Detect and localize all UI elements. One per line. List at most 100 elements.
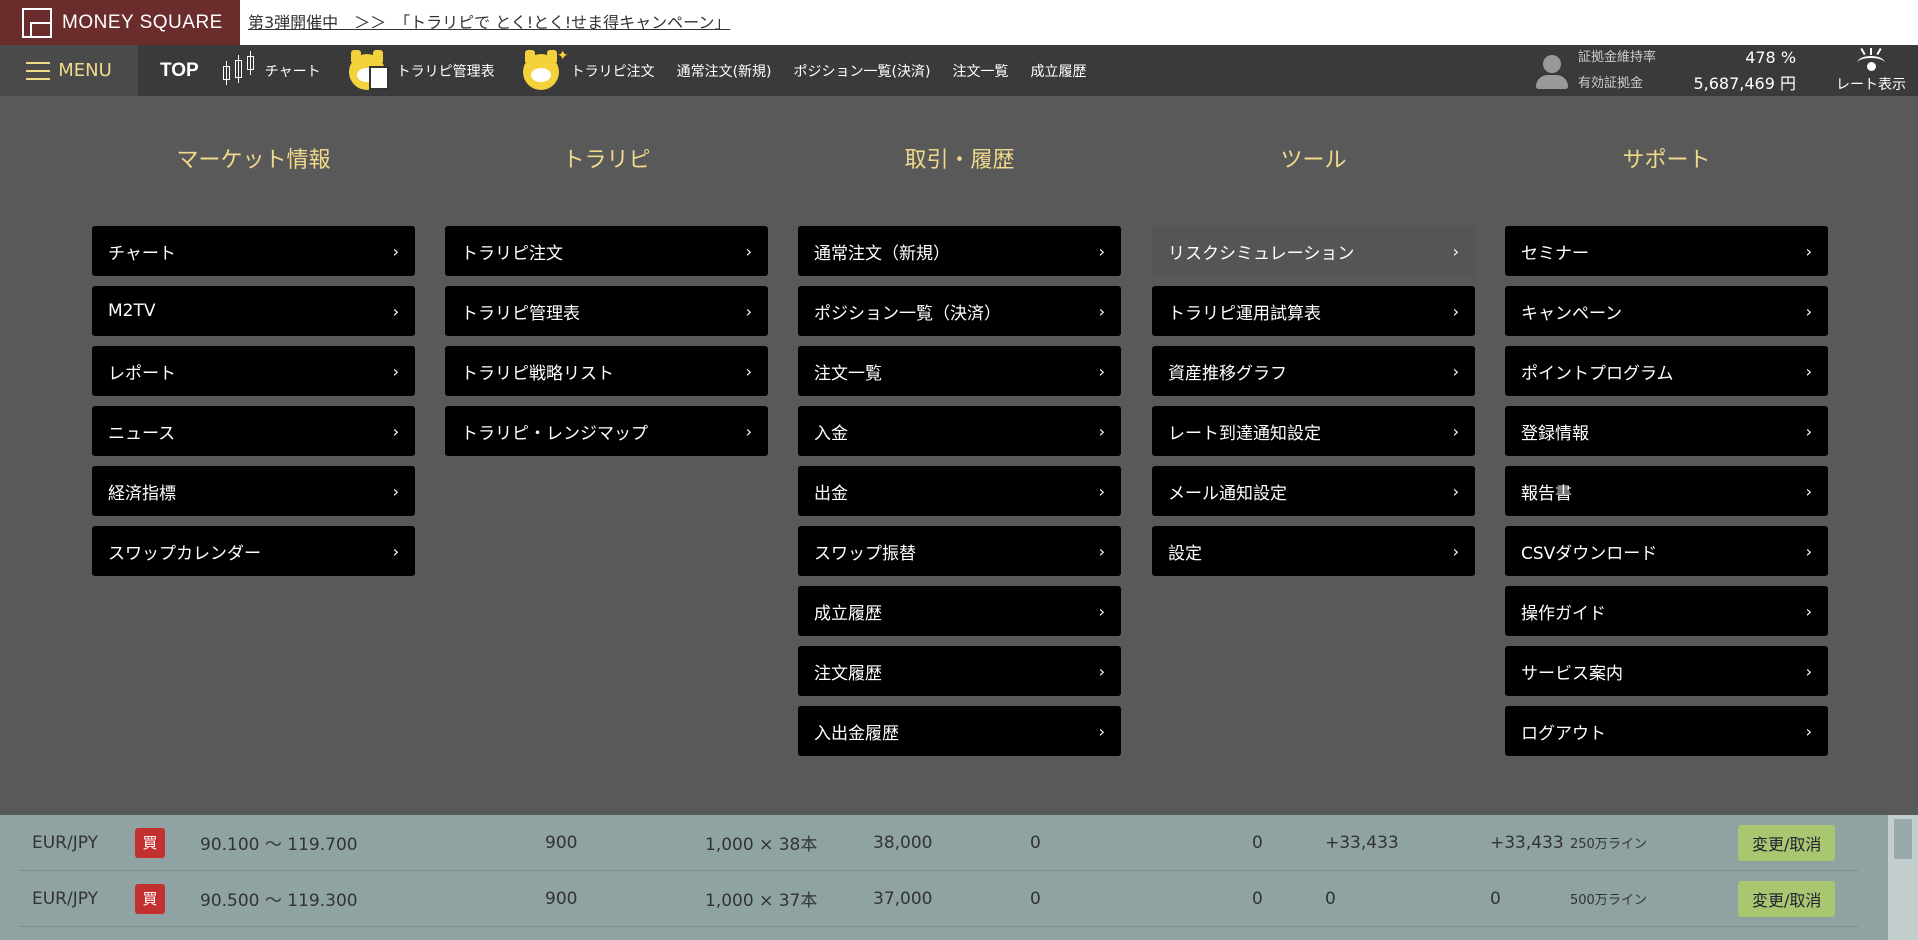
menu-item[interactable]: 報告書 › — [1505, 466, 1828, 516]
menu-item-label: スワップ振替 — [814, 543, 916, 564]
menu-button[interactable]: MENU — [0, 45, 138, 96]
change-cancel-button[interactable]: 変更/取消 — [1738, 880, 1836, 917]
account-summary: 証拠金維持率 有効証拠金 478 % 5,687,469 円 — [1532, 45, 1796, 96]
menu-item[interactable]: M2TV › — [92, 286, 415, 336]
menu-column-title: マーケット情報 — [176, 148, 331, 173]
menu-column-title: サポート — [1622, 148, 1711, 173]
menu-item[interactable]: レート到達通知設定 › — [1152, 406, 1475, 456]
menu-item[interactable]: 操作ガイド › — [1505, 586, 1828, 636]
menu-item[interactable]: トラリピ・レンジマップ › — [445, 406, 768, 456]
menu-item-label: ニュース — [108, 423, 176, 444]
menu-item[interactable]: スワップ振替 › — [798, 526, 1121, 576]
menu-item[interactable]: ポジション一覧（決済） › — [798, 286, 1121, 336]
menu-item[interactable]: リスクシミュレーション › — [1152, 226, 1475, 276]
chevron-right-icon: › — [1805, 361, 1812, 381]
user-icon[interactable] — [1532, 51, 1572, 91]
menu-item[interactable]: 資産推移グラフ › — [1152, 346, 1475, 396]
change-cancel-button[interactable]: 変更/取消 — [1738, 824, 1836, 861]
menu-item[interactable]: 入出金履歴 › — [798, 706, 1121, 756]
menu-item-label: トラリピ注文 — [461, 243, 563, 264]
nav-trapi-manage-link[interactable]: トラリピ管理表 — [343, 49, 495, 92]
menu-item-label: サービス案内 — [1521, 663, 1623, 684]
menu-item[interactable]: トラリピ戦略リスト › — [445, 346, 768, 396]
menu-item-label: メール通知設定 — [1168, 483, 1287, 504]
profit-cell: +33,433 — [1325, 832, 1399, 853]
menu-item-label: 報告書 — [1521, 483, 1572, 504]
menu-item[interactable]: サービス案内 › — [1505, 646, 1828, 696]
menu-item[interactable]: 注文履歴 › — [798, 646, 1121, 696]
money-square-logo[interactable]: MONEY SQUARE — [0, 0, 240, 45]
menu-item[interactable]: メール通知設定 › — [1152, 466, 1475, 516]
chevron-right-icon: › — [1805, 301, 1812, 321]
chevron-right-icon: › — [1805, 541, 1812, 561]
top-banner: MONEY SQUARE 第3弾開催中 ＞＞ 「トラリピで とく!とく!せま得キ… — [0, 0, 1918, 45]
tiger-clipboard-icon — [343, 49, 391, 92]
menu-item-label: CSVダウンロード — [1521, 543, 1658, 564]
chevron-right-icon: › — [392, 421, 399, 441]
chevron-right-icon: › — [1098, 241, 1105, 261]
chevron-right-icon: › — [392, 361, 399, 381]
menu-item-label: 入金 — [814, 423, 848, 444]
menu-item-label: ログアウト — [1521, 723, 1606, 744]
buy-badge: 買 — [135, 883, 165, 914]
menu-item[interactable]: トラリピ運用試算表 › — [1152, 286, 1475, 336]
chevron-right-icon: › — [1098, 481, 1105, 501]
table-row: EUR/JPY 買 90.500 ～ 119.300 900 1,000 × 37本 37… — [20, 871, 1858, 927]
page-scrollbar[interactable] — [1888, 815, 1918, 940]
menu-item[interactable]: トラリピ管理表 › — [445, 286, 768, 336]
menu-item[interactable]: 通常注文（新規） › — [798, 226, 1121, 276]
nav-chart-link[interactable]: チャート — [221, 50, 321, 88]
menu-item[interactable]: セミナー › — [1505, 226, 1828, 276]
menu-item[interactable]: CSVダウンロード › — [1505, 526, 1828, 576]
menu-column-tools: ツール リスクシミュレーション › トラリピ運用試算表 › 資産推移グラフ › レート到達通知… — [1152, 96, 1475, 586]
chevron-right-icon: › — [745, 301, 752, 321]
rate-display-toggle[interactable]: レート表示 — [1824, 45, 1918, 96]
nav-trapi-order-link[interactable]: ✦ トラリピ注文 — [517, 48, 655, 92]
trap-list-table: EUR/JPY 買 90.100 ～ 119.700 900 1,000 × 38本 38… — [20, 815, 1858, 940]
nav-normal-order-link[interactable]: 通常注文(新規) — [677, 61, 772, 81]
nav-positions-link[interactable]: ポジション一覧(決済) — [794, 61, 931, 81]
logo-text: MONEY SQUARE — [62, 11, 223, 33]
menu-item-label: 成立履歴 — [814, 603, 882, 624]
menu-item[interactable]: ポイントプログラム › — [1505, 346, 1828, 396]
menu-item-label: 登録情報 — [1521, 423, 1589, 444]
nav-top-link[interactable]: TOP — [160, 60, 199, 82]
chevron-right-icon: › — [1098, 661, 1105, 681]
chevron-right-icon: › — [1805, 421, 1812, 441]
campaign-link[interactable]: 第3弾開催中 ＞＞ 「トラリピで とく!とく!せま得キャンペーン」 — [240, 0, 730, 45]
menu-item[interactable]: トラリピ注文 › — [445, 226, 768, 276]
menu-item[interactable]: 注文一覧 › — [798, 346, 1121, 396]
rate-display-label: レート表示 — [1836, 76, 1906, 93]
chevron-right-icon: › — [1805, 661, 1812, 681]
menu-item[interactable]: 出金 › — [798, 466, 1121, 516]
chevron-right-icon: › — [1098, 301, 1105, 321]
main-navbar: MENU TOP チャート トラリピ管理表 ✦ トラリピ注文 通常注文(新規) … — [0, 45, 1918, 96]
menu-item[interactable]: ログアウト › — [1505, 706, 1828, 756]
menu-item-label: 注文一覧 — [814, 363, 882, 384]
effective-margin-value: 5,687,469 円 — [1693, 73, 1797, 93]
margin-ratio-label: 証拠金維持率 — [1578, 49, 1657, 65]
menu-item[interactable]: レポート › — [92, 346, 415, 396]
menu-column-title: 取引・履歴 — [904, 148, 1015, 173]
nav-history-link[interactable]: 成立履歴 — [1030, 61, 1086, 81]
chevron-right-icon: › — [392, 241, 399, 261]
menu-item[interactable]: 登録情報 › — [1505, 406, 1828, 456]
effective-margin-label: 有効証拠金 — [1578, 75, 1644, 91]
eye-icon — [1854, 47, 1888, 74]
chevron-right-icon: › — [745, 421, 752, 441]
menu-item[interactable]: チャート › — [92, 226, 415, 276]
menu-item[interactable]: 入金 › — [798, 406, 1121, 456]
menu-item[interactable]: 経済指標 › — [92, 466, 415, 516]
line-label: 500万ライン — [1570, 893, 1647, 908]
menu-item[interactable]: 成立履歴 › — [798, 586, 1121, 636]
menu-item-label: スワップカレンダー — [108, 543, 261, 564]
menu-item[interactable]: キャンペーン › — [1505, 286, 1828, 336]
menu-item[interactable]: 設定 › — [1152, 526, 1475, 576]
trap-width-cell: 900 — [545, 832, 578, 853]
menu-item-label: ポジション一覧（決済） — [814, 303, 1001, 324]
menu-item[interactable]: スワップカレンダー › — [92, 526, 415, 576]
nav-orders-link[interactable]: 注文一覧 — [952, 61, 1008, 81]
menu-item-label: レート到達通知設定 — [1168, 423, 1321, 444]
chevron-right-icon: › — [1805, 241, 1812, 261]
menu-item[interactable]: ニュース › — [92, 406, 415, 456]
